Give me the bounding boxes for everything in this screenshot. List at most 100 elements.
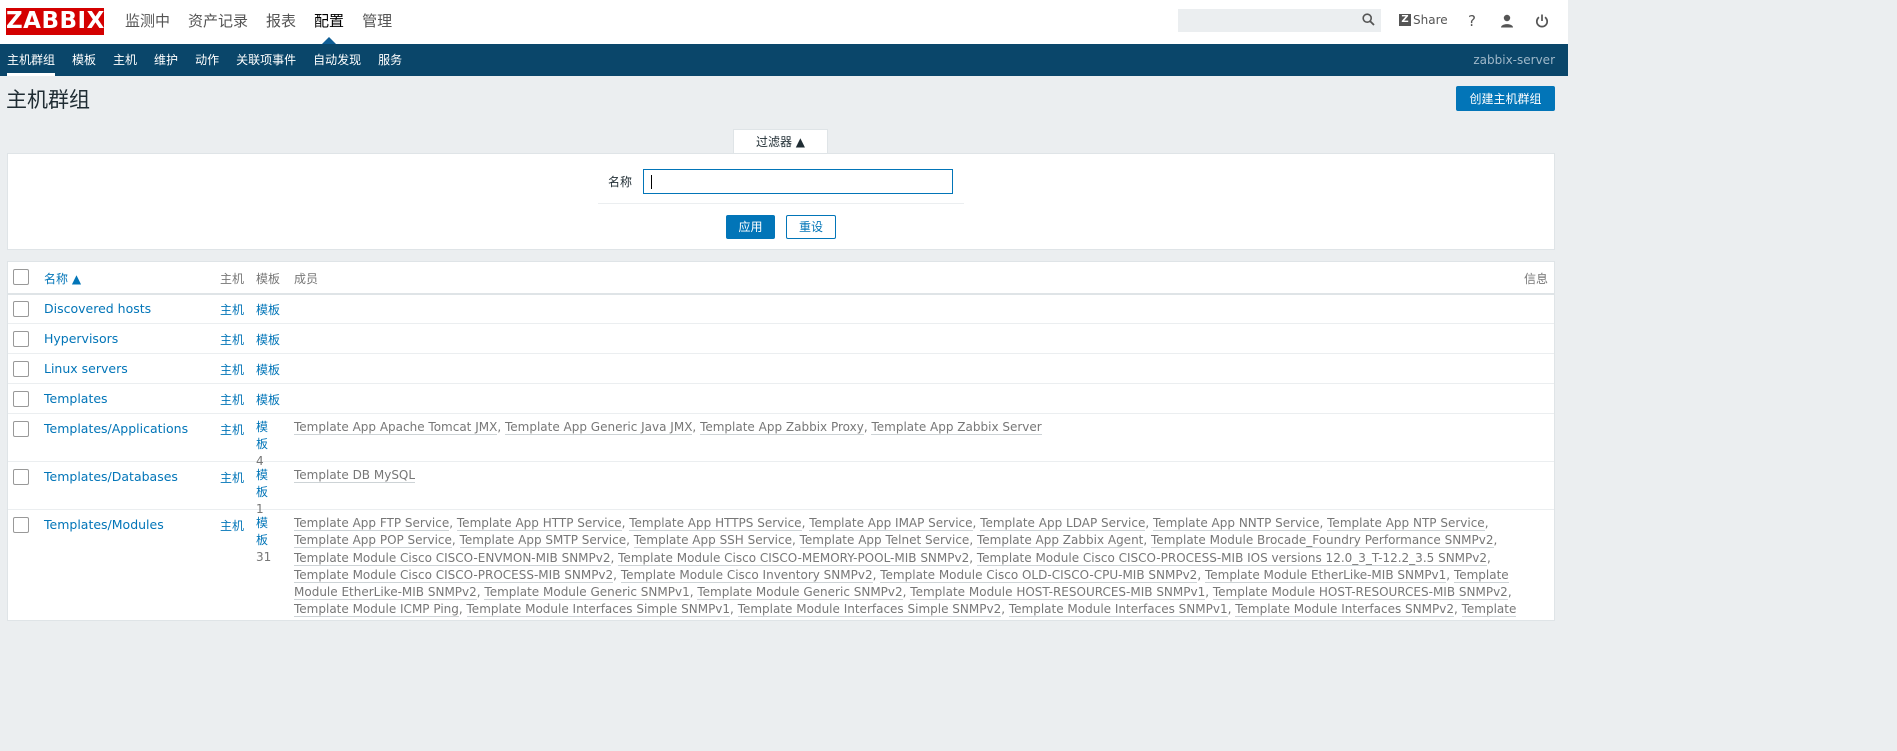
sub-menu-event-correlation[interactable]: 关联项事件	[229, 44, 306, 76]
member-template-link[interactable]: Template App NNTP Service	[1152, 516, 1320, 531]
sign-out-icon[interactable]	[1533, 12, 1551, 30]
member-template-link[interactable]: Template App LDAP Service	[980, 516, 1146, 531]
search-icon[interactable]	[1362, 13, 1375, 26]
table-row: Templates/Applications 主机 模板 4 Template App…	[8, 413, 1554, 468]
member-template-link[interactable]: Template App Zabbix Server	[871, 420, 1042, 435]
filter-name-input[interactable]	[643, 169, 953, 194]
server-name: zabbix-server	[1473, 53, 1555, 67]
templates-link[interactable]: 模板	[256, 331, 280, 348]
sub-menu-actions[interactable]: 动作	[188, 44, 229, 76]
reset-button[interactable]: 重设	[786, 215, 836, 239]
row-checkbox[interactable]	[13, 391, 29, 407]
filter-tab[interactable]: 过滤器 ▲	[733, 129, 828, 154]
main-menu-administration[interactable]: 管理	[353, 0, 401, 44]
table-row: Linux servers 主机 模板	[8, 353, 1554, 384]
member-template-link[interactable]: Template App Telnet Service	[799, 533, 970, 549]
member-template-link[interactable]: Template Module Interfaces SNMPv1	[1008, 602, 1228, 618]
member-template-link[interactable]: Template App IMAP Service	[809, 516, 973, 531]
member-template-link[interactable]: Template Module Generic SNMPv1	[484, 585, 690, 601]
member-template-link[interactable]: Template App SMTP Service	[459, 533, 627, 549]
row-checkbox[interactable]	[13, 361, 29, 377]
hosts-link[interactable]: 主机	[220, 301, 244, 318]
member-template-link[interactable]: Template Module Cisco CISCO-PROCESS-MIB …	[976, 550, 1488, 566]
member-template-link[interactable]: Template Module Interfaces Simple SNMPv1	[466, 602, 731, 618]
member-template-link[interactable]: Template DB MySQL	[294, 468, 416, 483]
host-group-name-link[interactable]: Templates/Databases	[44, 469, 178, 484]
member-template-link[interactable]: Template App HTTP Service	[456, 516, 622, 531]
top-navigation-bar: ZABBIX 监测中 资产记录 报表 配置 管理 Z Share ?	[0, 0, 1568, 45]
row-checkbox[interactable]	[13, 331, 29, 347]
text-cursor	[651, 175, 652, 189]
zabbix-share-icon: Z	[1399, 14, 1411, 26]
member-template-link[interactable]: Template Module Interfaces Simple SNMPv2	[737, 602, 1002, 618]
templates-link[interactable]: 模板 31	[256, 515, 278, 566]
hosts-link[interactable]: 主机	[220, 517, 244, 534]
main-menu-inventory[interactable]: 资产记录	[179, 0, 257, 44]
sub-menu-templates[interactable]: 模板	[65, 44, 106, 76]
templates-link[interactable]: 模板	[256, 391, 280, 408]
main-menu-monitoring[interactable]: 监测中	[116, 0, 179, 44]
member-template-link[interactable]: Template App POP Service	[294, 533, 452, 549]
host-group-name-link[interactable]: Linux servers	[44, 361, 128, 376]
share-link[interactable]: Z Share	[1399, 13, 1448, 27]
member-template-link[interactable]: Template Module Cisco CISCO-PROCESS-MIB …	[294, 567, 614, 583]
sub-menu-hosts[interactable]: 主机	[106, 44, 147, 76]
hosts-link[interactable]: 主机	[220, 469, 244, 486]
member-template-link[interactable]: Template App NTP Service	[1327, 516, 1485, 531]
sub-menu-maintenance[interactable]: 维护	[147, 44, 188, 76]
zabbix-logo[interactable]: ZABBIX	[6, 8, 104, 35]
select-all-checkbox[interactable]	[13, 269, 29, 285]
row-checkbox[interactable]	[13, 517, 29, 533]
host-group-name-link[interactable]: Templates/Applications	[44, 421, 188, 436]
sub-menu-services[interactable]: 服务	[371, 44, 412, 76]
member-template-link[interactable]: Template Module Generic SNMPv2	[697, 585, 903, 601]
member-template-link[interactable]: Template App Generic Java JMX	[504, 420, 693, 435]
host-group-name-link[interactable]: Templates/Modules	[44, 517, 164, 532]
row-checkbox[interactable]	[13, 301, 29, 317]
sub-menu: 主机群组 模板 主机 维护 动作 关联项事件 自动发现 服务	[0, 44, 412, 76]
host-group-name-link[interactable]: Templates	[44, 391, 108, 406]
hosts-link[interactable]: 主机	[220, 361, 244, 378]
member-template-link[interactable]: Template Module Cisco Inventory SNMPv2	[620, 567, 873, 583]
hosts-link[interactable]: 主机	[220, 421, 244, 438]
member-template-link[interactable]: Template Module Brocade_Foundry Performa…	[1151, 533, 1494, 549]
row-checkbox[interactable]	[13, 469, 29, 485]
filter-name-label: 名称	[608, 175, 633, 189]
member-template-link[interactable]: Template App Apache Tomcat JMX	[294, 420, 498, 435]
member-template-link[interactable]: Template App HTTPS Service	[629, 516, 802, 531]
main-menu-configuration[interactable]: 配置	[305, 0, 353, 45]
main-menu-reports[interactable]: 报表	[257, 0, 305, 44]
templates-link-label: 模板	[256, 516, 269, 547]
host-group-name-link[interactable]: Hypervisors	[44, 331, 118, 346]
sub-menu-host-groups[interactable]: 主机群组	[0, 44, 65, 76]
member-template-link[interactable]: Template App Zabbix Agent	[976, 533, 1144, 549]
user-profile-icon[interactable]	[1498, 12, 1516, 30]
member-template-link[interactable]: Template Module HOST-RESOURCES-MIB SNMPv…	[1212, 585, 1508, 601]
apply-button[interactable]: 应用	[726, 215, 775, 239]
member-template-link[interactable]: Template Module HOST-RESOURCES-MIB SNMPv…	[910, 585, 1206, 601]
hosts-link[interactable]: 主机	[220, 331, 244, 348]
templates-link[interactable]: 模板	[256, 361, 280, 378]
templates-link-label: 模板	[256, 420, 269, 451]
table-row: Templates/Databases 主机 模板 1 Template DB MyS…	[8, 461, 1554, 516]
help-icon[interactable]: ?	[1463, 12, 1481, 30]
search-input[interactable]	[1178, 9, 1381, 32]
create-host-group-button[interactable]: 创建主机群组	[1456, 86, 1555, 111]
member-template-link[interactable]: Template App FTP Service	[294, 516, 450, 531]
members-list: Template DB MySQL	[294, 467, 1519, 484]
host-group-name-link[interactable]: Discovered hosts	[44, 301, 151, 316]
column-header-name[interactable]: 名称 ▲	[44, 270, 81, 287]
member-template-link[interactable]: Template Module Cisco CISCO-MEMORY-POOL-…	[618, 550, 970, 566]
table-row: Discovered hosts 主机 模板	[8, 293, 1554, 324]
hosts-link[interactable]: 主机	[220, 391, 244, 408]
templates-link[interactable]: 模板	[256, 301, 280, 318]
member-template-link[interactable]: Template Module ICMP Ping	[294, 602, 459, 618]
member-template-link[interactable]: Template Module Cisco CISCO-ENVMON-MIB S…	[294, 550, 611, 566]
member-template-link[interactable]: Template App SSH Service	[633, 533, 792, 549]
member-template-link[interactable]: Template Module Cisco OLD-CISCO-CPU-MIB …	[880, 567, 1198, 583]
member-template-link[interactable]: Template App Zabbix Proxy	[700, 420, 864, 435]
row-checkbox[interactable]	[13, 421, 29, 437]
sub-menu-discovery[interactable]: 自动发现	[306, 44, 371, 76]
member-template-link[interactable]: Template Module EtherLike-MIB SNMPv1	[1204, 567, 1447, 583]
member-template-link[interactable]: Template Module Interfaces SNMPv2	[1235, 602, 1454, 618]
